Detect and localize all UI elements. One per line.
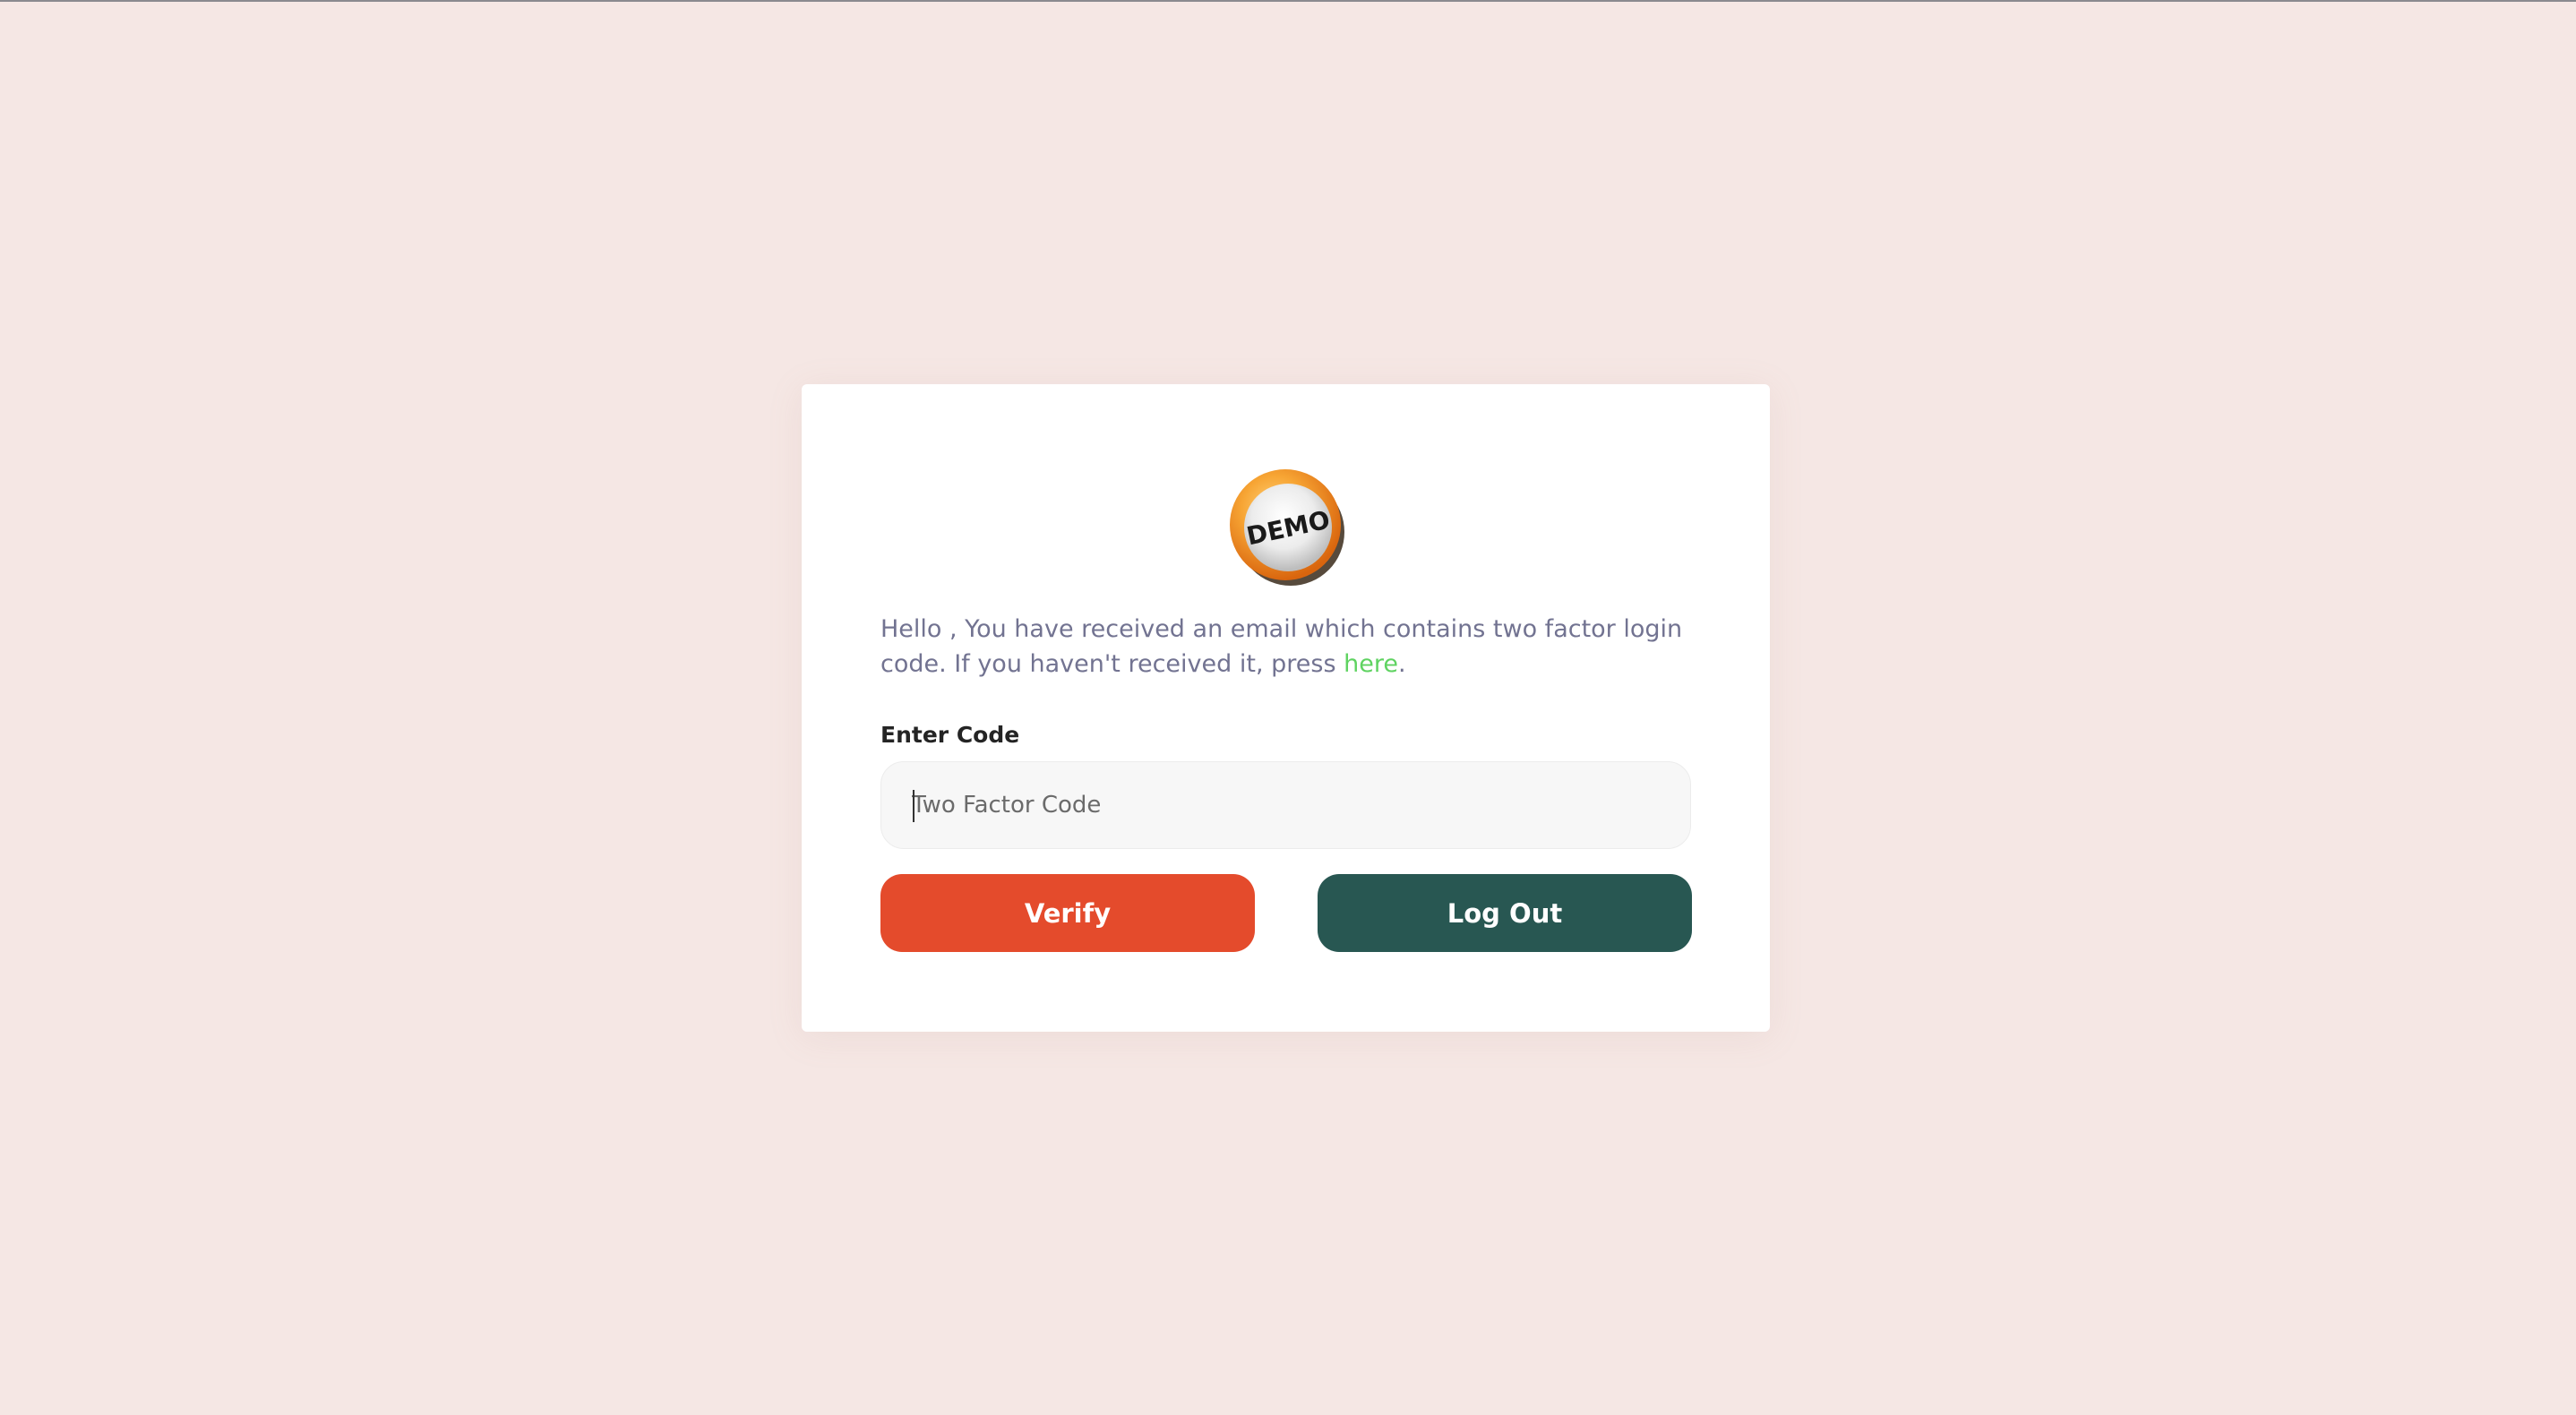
two-factor-code-input[interactable] — [880, 761, 1691, 849]
resend-code-link[interactable]: here — [1344, 650, 1398, 678]
demo-logo: DEMO — [1230, 469, 1344, 586]
verify-button[interactable]: Verify — [880, 874, 1255, 952]
window-top-border — [0, 0, 2576, 2]
message-text: Hello , You have received an email which… — [880, 615, 1683, 678]
two-factor-card: DEMO Hello , You have received an email … — [802, 384, 1770, 1032]
log-out-button[interactable]: Log Out — [1318, 874, 1692, 952]
enter-code-label: Enter Code — [880, 722, 1020, 748]
instruction-message: Hello , You have received an email which… — [880, 612, 1696, 682]
text-cursor — [913, 790, 914, 822]
message-suffix: . — [1397, 650, 1406, 678]
